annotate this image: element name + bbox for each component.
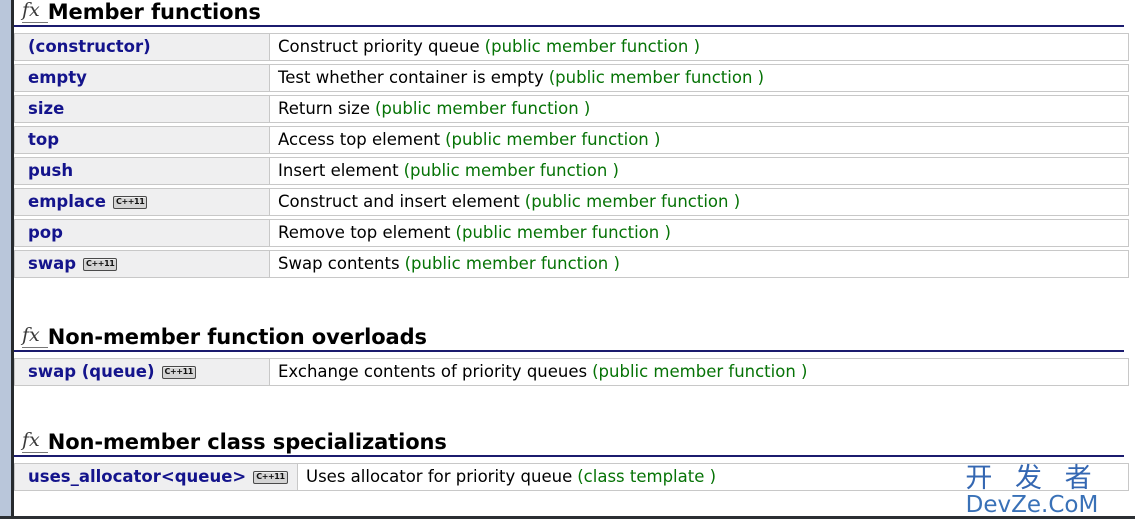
description-text: Uses allocator for priority queue — [306, 467, 573, 487]
class-specializations-table: uses_allocator<queue> C++11 Uses allocat… — [14, 463, 1129, 492]
function-name-cell[interactable]: emplace C++11 — [14, 188, 270, 217]
section-heading: fx Non-member function overloads — [14, 325, 1124, 353]
function-description-cell: Remove top element (public member functi… — [270, 219, 1129, 248]
section-heading: fx Member functions — [14, 0, 1124, 28]
class-description-cell: Uses allocator for priority queue (class… — [298, 463, 1129, 492]
function-fx-icon: fx — [22, 1, 48, 24]
description-text: Remove top element — [278, 222, 451, 242]
description-text: Exchange contents of priority queues — [278, 362, 588, 382]
left-gutter-strip — [0, 0, 11, 519]
function-kind-label: (public member function ) — [524, 191, 741, 211]
table-row[interactable]: pop Remove top element (public member fu… — [14, 219, 1129, 248]
table-row[interactable]: top Access top element (public member fu… — [14, 126, 1129, 155]
cpp11-badge: C++11 — [253, 470, 288, 484]
function-description-cell: Swap contents (public member function ) — [270, 250, 1129, 279]
function-link[interactable]: emplace — [28, 193, 106, 211]
description-text: Return size — [278, 98, 370, 118]
function-kind-label: (public member function ) — [484, 36, 701, 56]
table-row[interactable]: size Return size (public member function… — [14, 95, 1129, 124]
description-text: Construct and insert element — [278, 191, 520, 211]
function-name-cell[interactable]: pop — [14, 219, 270, 248]
class-template-link[interactable]: uses_allocator<queue> — [28, 469, 246, 486]
function-link[interactable]: top — [28, 131, 59, 149]
function-link[interactable]: push — [28, 162, 73, 180]
function-link[interactable]: swap — [28, 255, 76, 273]
function-link[interactable]: size — [28, 100, 64, 118]
function-kind-label: (public member function ) — [445, 129, 661, 149]
function-description-cell: Access top element (public member functi… — [270, 126, 1129, 155]
function-kind-label: (public member function ) — [404, 253, 620, 273]
function-description-cell: Test whether container is empty (public … — [270, 64, 1129, 93]
section-non-member-class-specializations: fx Non-member class specializations uses… — [14, 430, 1135, 492]
function-description-cell: Return size (public member function ) — [270, 95, 1129, 124]
description-text: Insert element — [278, 160, 399, 180]
cpp11-badge: C++11 — [83, 257, 118, 271]
class-name-cell[interactable]: uses_allocator<queue> C++11 — [14, 463, 298, 492]
function-kind-label: (public member function ) — [455, 222, 671, 242]
function-kind-label: (public member function ) — [548, 67, 765, 87]
function-description-cell: Exchange contents of priority queues (pu… — [270, 358, 1129, 387]
cpp11-badge: C++11 — [161, 365, 196, 379]
function-name-cell[interactable]: (constructor) — [14, 33, 270, 62]
table-row[interactable]: push Insert element (public member funct… — [14, 157, 1129, 186]
function-link[interactable]: (constructor) — [28, 38, 151, 56]
member-functions-table: (constructor) Construct priority queue (… — [14, 33, 1129, 279]
description-text: Test whether container is empty — [278, 67, 544, 87]
function-kind-label: (public member function ) — [403, 160, 619, 180]
description-text: Access top element — [278, 129, 441, 149]
function-fx-icon: fx — [22, 431, 48, 454]
function-description-cell: Construct and insert element (public mem… — [270, 188, 1129, 217]
function-name-cell[interactable]: size — [14, 95, 270, 124]
table-row[interactable]: (constructor) Construct priority queue (… — [14, 33, 1129, 62]
left-gutter-divider — [11, 0, 14, 519]
function-description-cell: Insert element (public member function ) — [270, 157, 1129, 186]
section-non-member-function-overloads: fx Non-member function overloads swap (q… — [14, 325, 1135, 387]
function-link[interactable]: empty — [28, 69, 87, 87]
function-name-cell[interactable]: push — [14, 157, 270, 186]
function-fx-icon: fx — [22, 326, 48, 349]
non-member-overloads-table: swap (queue) C++11 Exchange contents of … — [14, 358, 1129, 387]
section-title: Non-member function overloads — [47, 325, 427, 350]
section-heading: fx Non-member class specializations — [14, 430, 1124, 458]
function-kind-label: (public member function ) — [592, 362, 808, 382]
function-name-cell[interactable]: top — [14, 126, 270, 155]
section-title: Member functions — [47, 0, 261, 24]
table-row[interactable]: empty Test whether container is empty (p… — [14, 64, 1129, 93]
function-name-cell[interactable]: swap C++11 — [14, 250, 270, 279]
table-row[interactable]: swap (queue) C++11 Exchange contents of … — [14, 358, 1129, 387]
function-kind-label: (public member function ) — [375, 98, 591, 118]
function-link[interactable]: pop — [28, 224, 63, 242]
function-link[interactable]: swap (queue) — [28, 364, 155, 381]
table-row[interactable]: uses_allocator<queue> C++11 Uses allocat… — [14, 463, 1129, 492]
description-text: Swap contents — [278, 253, 400, 273]
function-name-cell[interactable]: swap (queue) C++11 — [14, 358, 270, 387]
function-description-cell: Construct priority queue (public member … — [270, 33, 1129, 62]
reference-page: fx Member functions (constructor) Constr… — [14, 0, 1135, 519]
description-text: Construct priority queue — [278, 36, 480, 56]
function-name-cell[interactable]: empty — [14, 64, 270, 93]
table-row[interactable]: swap C++11 Swap contents (public member … — [14, 250, 1129, 279]
section-title: Non-member class specializations — [47, 430, 447, 455]
class-kind-label: (class template ) — [577, 467, 717, 487]
table-row[interactable]: emplace C++11 Construct and insert eleme… — [14, 188, 1129, 217]
section-member-functions: fx Member functions (constructor) Constr… — [14, 0, 1135, 279]
cpp11-badge: C++11 — [112, 195, 148, 209]
